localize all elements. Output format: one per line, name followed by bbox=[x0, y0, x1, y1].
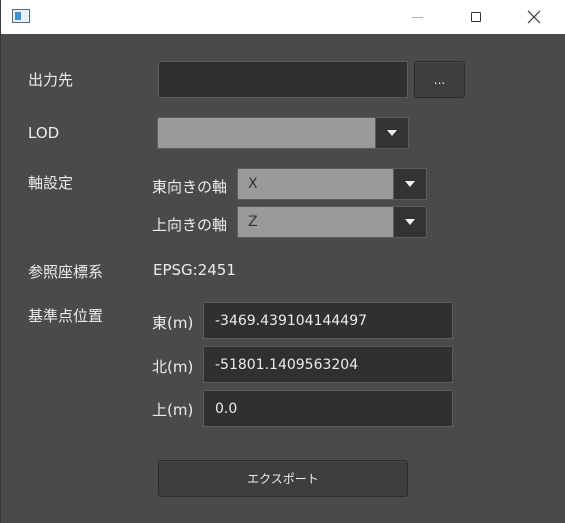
minimize-icon bbox=[411, 16, 423, 18]
up-axis-value: Z bbox=[248, 214, 258, 230]
export-button[interactable]: エクスポート bbox=[158, 460, 408, 497]
east-coord-input[interactable]: -3469.439104144497 bbox=[203, 302, 453, 339]
lod-dropdown-value bbox=[158, 118, 375, 148]
up-coord-input[interactable]: 0.0 bbox=[203, 390, 453, 427]
east-axis-label: 東向きの軸 bbox=[152, 178, 228, 196]
output-path-input[interactable] bbox=[158, 61, 408, 98]
maximize-button[interactable] bbox=[453, 0, 499, 34]
up-coord-label: 上(m) bbox=[152, 401, 194, 419]
app-window-icon bbox=[12, 9, 30, 23]
lod-label: LOD bbox=[28, 124, 60, 142]
chevron-down-icon[interactable] bbox=[393, 169, 426, 199]
origin-label: 基準点位置 bbox=[28, 307, 104, 325]
app-window: 出力先 ... LOD 軸設定 東向きの軸 X 上向きの軸 Z 参照座標系 EP… bbox=[0, 0, 565, 523]
lod-dropdown[interactable] bbox=[157, 117, 409, 149]
crs-label: 参照座標系 bbox=[28, 263, 104, 281]
east-axis-value: X bbox=[248, 176, 258, 192]
crs-value: EPSG:2451 bbox=[153, 261, 236, 279]
browse-button[interactable]: ... bbox=[414, 61, 465, 98]
up-axis-dropdown[interactable]: Z bbox=[237, 206, 427, 238]
close-icon bbox=[527, 10, 541, 24]
output-label: 出力先 bbox=[28, 71, 74, 89]
up-axis-label: 上向きの軸 bbox=[152, 216, 228, 234]
minimize-button[interactable] bbox=[394, 0, 440, 34]
maximize-icon bbox=[471, 12, 481, 22]
east-axis-dropdown[interactable]: X bbox=[237, 168, 427, 200]
title-bar bbox=[1, 0, 565, 34]
north-coord-label: 北(m) bbox=[152, 358, 194, 376]
chevron-down-icon[interactable] bbox=[393, 207, 426, 237]
close-button[interactable] bbox=[511, 0, 557, 34]
axis-settings-label: 軸設定 bbox=[28, 174, 74, 192]
east-coord-label: 東(m) bbox=[152, 314, 194, 332]
north-coord-input[interactable]: -51801.1409563204 bbox=[203, 346, 453, 383]
chevron-down-icon[interactable] bbox=[375, 118, 408, 148]
